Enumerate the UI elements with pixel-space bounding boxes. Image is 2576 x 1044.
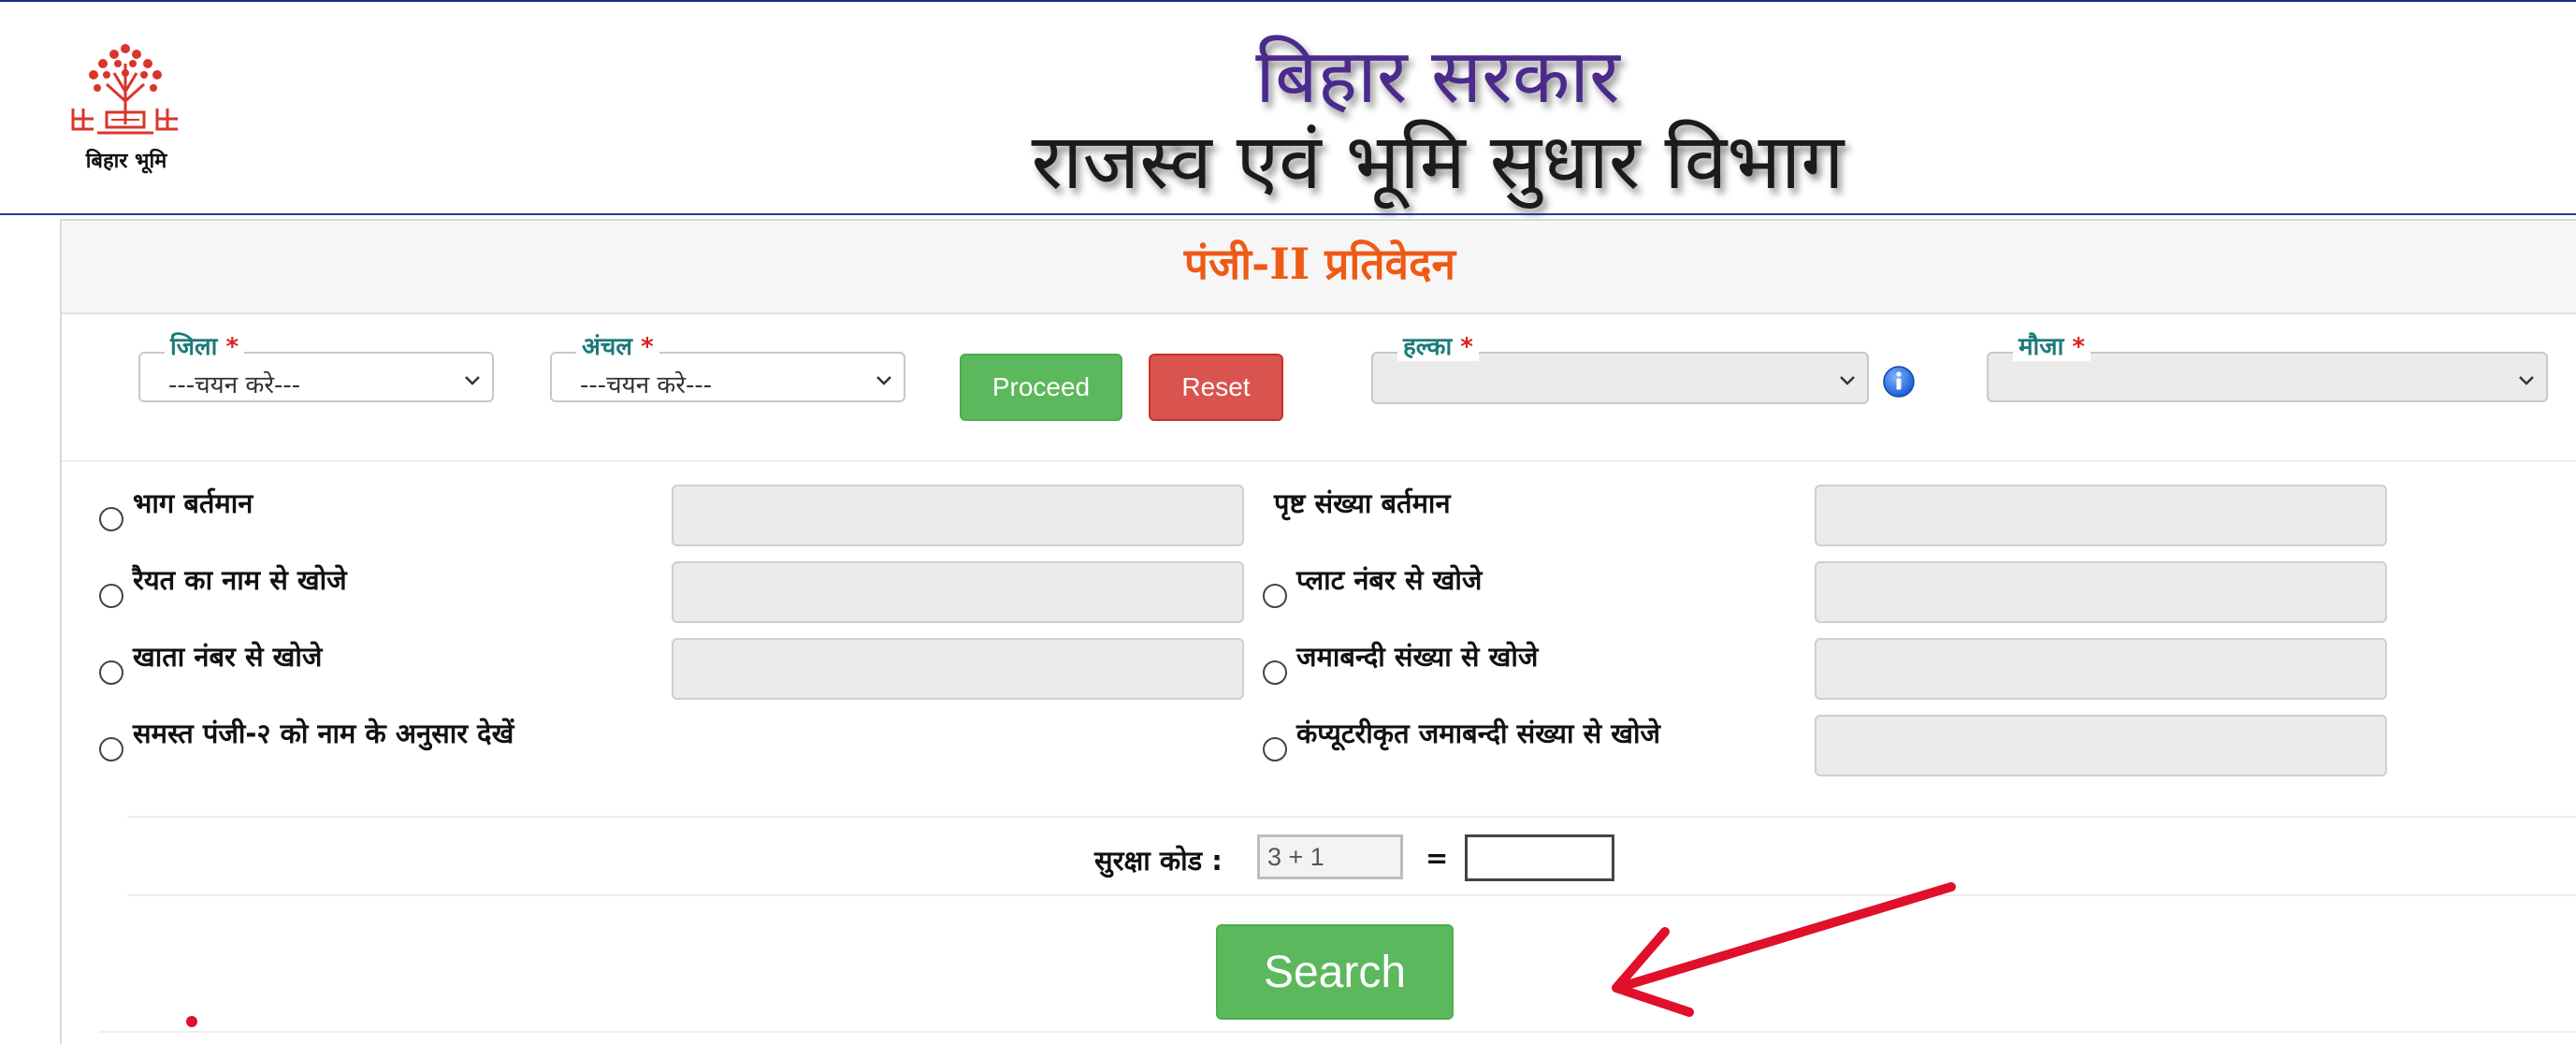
computerized-jamabandi-label: कंप्यूटरीकृत जमाबन्दी संख्या से खोजे <box>1296 718 1661 749</box>
captcha-equals: = <box>1425 842 1449 874</box>
computerized-jamabandi-input[interactable] <box>1815 715 2387 776</box>
raiyat-name-label: रैयत का नाम से खोजे <box>133 564 347 596</box>
jamabandi-number-radio[interactable] <box>1263 660 1287 685</box>
page-count-current-label: पृष्ट संख्या बर्तमान <box>1274 487 1451 519</box>
info-icon[interactable] <box>1882 365 1916 399</box>
district-label: जिला * <box>165 333 245 361</box>
section-divider <box>62 460 2576 462</box>
circle-label: अंचल * <box>576 333 659 361</box>
department-title: राजस्व एवं भूमि सुधार विभाग <box>1031 118 1845 207</box>
report-panel: पंजी-II प्रतिवेदन जिला * ---चयन करे--- अ… <box>60 219 2576 1044</box>
bottom-divider <box>99 1031 2576 1033</box>
page-count-current-input[interactable] <box>1815 485 2387 546</box>
khata-number-input[interactable] <box>672 638 1244 700</box>
reset-button[interactable]: Reset <box>1149 354 1283 421</box>
proceed-button[interactable]: Proceed <box>960 354 1122 421</box>
plot-number-label: प्लाट नंबर से खोजे <box>1296 564 1483 596</box>
chevron-down-icon <box>2519 376 2534 385</box>
halka-select[interactable]: हल्का * <box>1371 333 1869 404</box>
halka-label: हल्का * <box>1397 333 1479 361</box>
chevron-down-icon <box>876 376 891 385</box>
jamabandi-number-input[interactable] <box>1815 638 2387 700</box>
computerized-jamabandi-radio[interactable] <box>1263 737 1287 761</box>
captcha-code: 3 + 1 <box>1257 834 1403 879</box>
mauja-label: मौजा * <box>2013 333 2091 361</box>
part-current-radio[interactable] <box>99 507 123 531</box>
panel-heading: पंजी-II प्रतिवेदन <box>62 221 2576 314</box>
all-panji-label: समस्त पंजी-२ को नाम के अनुसार देखें <box>133 718 514 749</box>
khata-number-label: खाता नंबर से खोजे <box>133 641 323 673</box>
annotation-dot <box>186 1016 197 1027</box>
circle-select[interactable]: अंचल * ---चयन करे--- <box>550 333 905 402</box>
captcha-answer-input[interactable] <box>1465 834 1614 881</box>
circle-selected-value: ---चयन करे--- <box>580 371 713 399</box>
plot-number-radio[interactable] <box>1263 584 1287 608</box>
captcha-bottom-divider <box>127 894 2576 896</box>
captcha-top-divider <box>127 816 2576 818</box>
mauja-select[interactable]: मौजा * <box>1987 333 2548 402</box>
raiyat-name-radio[interactable] <box>99 584 123 608</box>
plot-number-input[interactable] <box>1815 561 2387 623</box>
all-panji-radio[interactable] <box>99 737 123 761</box>
part-current-input[interactable] <box>672 485 1244 546</box>
part-current-label: भाग बर्तमान <box>133 487 253 519</box>
khata-number-radio[interactable] <box>99 660 123 685</box>
site-header: बिहार भूमि बिहार सरकार राजस्व एवं भूमि स… <box>0 2 2576 213</box>
raiyat-name-input[interactable] <box>672 561 1244 623</box>
captcha-label: सुरक्षा कोड : <box>1094 845 1223 877</box>
district-selected-value: ---चयन करे--- <box>168 371 301 399</box>
panel-title: पंजी-II प्रतिवेदन <box>1183 239 1456 289</box>
chevron-down-icon <box>465 376 480 385</box>
jamabandi-number-label: जमाबन्दी संख्या से खोजे <box>1296 641 1539 673</box>
district-select[interactable]: जिला * ---चयन करे--- <box>138 333 494 402</box>
chevron-down-icon <box>1840 376 1855 385</box>
header-divider <box>0 213 2576 215</box>
search-button[interactable]: Search <box>1216 924 1454 1020</box>
